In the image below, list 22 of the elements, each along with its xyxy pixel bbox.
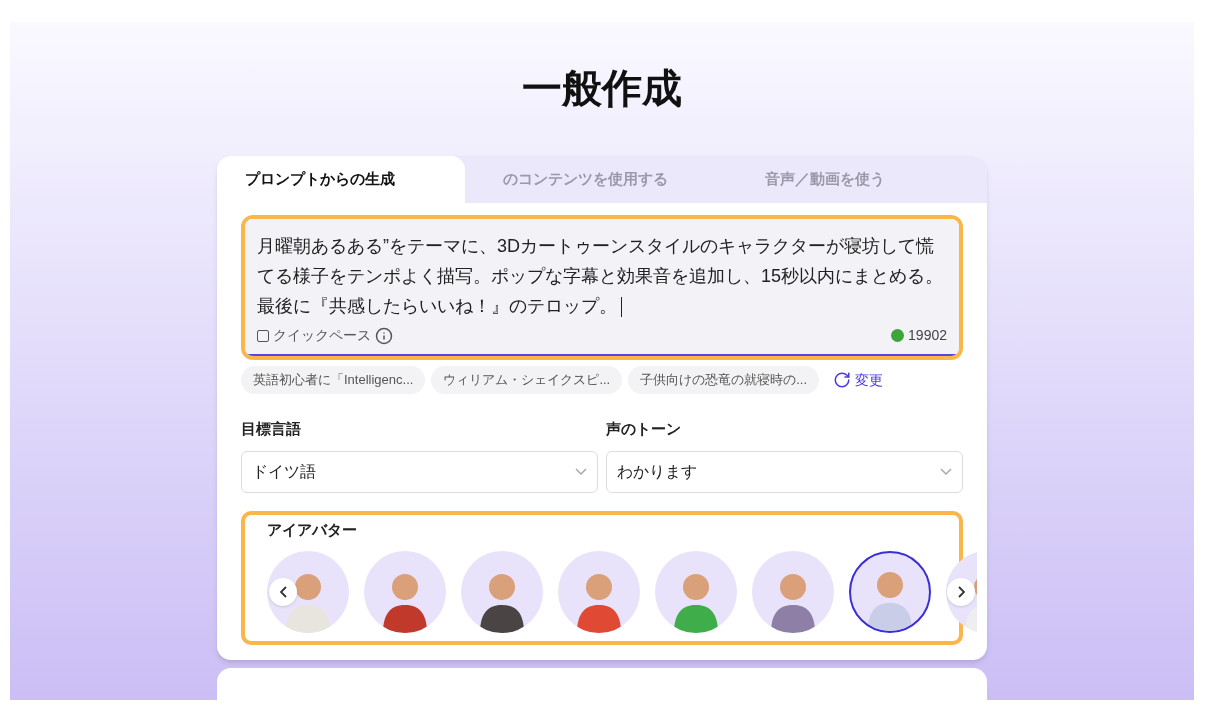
field-label: 目標言語 <box>241 419 302 439</box>
field-label: 声のトーン <box>606 419 682 439</box>
chevron-down-icon <box>575 468 587 475</box>
credit-count: 19902 <box>908 326 947 345</box>
page-title: 一般作成 <box>522 65 682 112</box>
quick-pace-label: クイックペース <box>273 326 371 345</box>
dropdown[interactable]: わかります <box>606 450 963 493</box>
chevron-left-icon <box>279 586 287 598</box>
chevron-down-icon <box>940 468 952 475</box>
suggestion-chip[interactable]: 英語初心者に「Intelligenc... <box>241 366 426 394</box>
tab[interactable]: プロンプトからの生成 <box>217 156 465 203</box>
prompt-text: 月曜朝あるある”をテーマに、3Dカートゥーンスタイルのキャラクターが寝坊して慌てる様子をテンポよく描写。ポップな字幕と効果音を追加し、15秒以内にまとめる。最後に『共感したらいいね！』のテロップ。 <box>257 235 945 320</box>
prompt-field[interactable]: 月曜朝あるある”をテーマに、3Dカートゥーンスタイルのキャラクターが寝坊して慌てる様子をテンポよく描写。ポップな字幕と効果音を追加し、15秒以内にまとめる。最後に『共感したらいいね！』のテロップ。 クイックペース 19902 <box>245 219 959 356</box>
suggestion-chip[interactable]: ウィリアム・シェイクスピ... <box>431 366 623 394</box>
refresh-icon <box>833 371 852 389</box>
refresh-button[interactable]: 変更 <box>833 369 884 391</box>
dropdown[interactable]: ドイツ語 <box>241 450 598 493</box>
avatar-section-title: アイアバター <box>267 519 358 540</box>
suggestion-chip[interactable]: 子供向けの恐竜の就寝時の... <box>628 366 820 394</box>
info-icon[interactable] <box>375 326 393 345</box>
chevron-right-icon <box>957 586 965 598</box>
checkbox[interactable] <box>257 329 269 342</box>
